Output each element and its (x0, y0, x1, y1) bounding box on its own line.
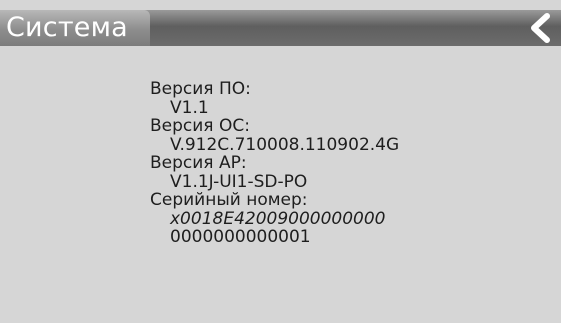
title-tab: Система (0, 10, 150, 46)
software-version-label: Версия ПО: (150, 79, 251, 99)
page-title: Система (6, 12, 128, 43)
software-version-value: V1.1 (170, 97, 209, 118)
version-info: Версия ПО: V1.1 Версия ОС: V.912C.710008… (150, 80, 399, 247)
serial-number-value-line2: 0000000000001 (170, 227, 311, 247)
os-version-value: V.912C.710008.110902.4G (170, 134, 400, 155)
ap-version-label: Версия AP: (150, 153, 247, 173)
system-info-screen: Система Версия ПО: V1.1 Версия ОС: V.912… (0, 0, 561, 323)
serial-number-value-line1: x0018E42009000000000 (170, 208, 386, 229)
ap-version-value: V1.1J-UI1-SD-PO (170, 171, 308, 192)
back-button[interactable] (525, 12, 555, 44)
title-bar: Система (0, 10, 561, 46)
serial-number-label: Серийный номер: (150, 190, 308, 210)
os-version-label: Версия ОС: (150, 116, 250, 136)
chevron-left-icon (531, 13, 550, 43)
